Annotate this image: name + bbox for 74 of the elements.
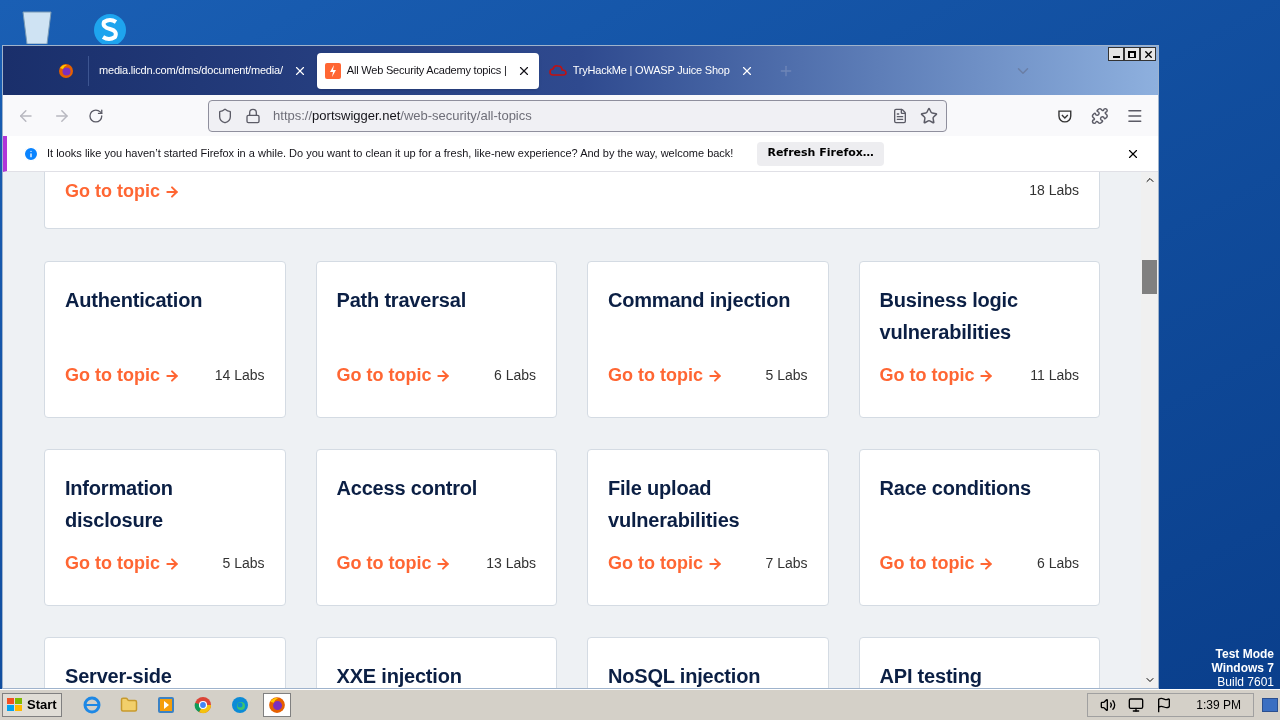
refresh-firefox-button[interactable]: Refresh Firefox… [757,141,884,166]
address-bar[interactable]: https://portswigger.net/web-security/all-topics [208,99,947,132]
browser-e-icon [82,696,101,714]
go-to-topic-link[interactable]: Go to topic [608,362,723,389]
labs-count: 5 Labs [765,366,808,385]
recycle-bin-icon [20,8,54,44]
go-to-topic-link[interactable]: Go to topic [336,362,452,389]
tab-title: media.licdn.com/dms/document/media/ [99,63,284,79]
edge-icon [230,696,249,714]
url-text: https://portswigger.net/web-security/all-topics [273,106,533,125]
reload-icon[interactable] [88,107,105,124]
labs-count: 11 Labs [1030,366,1079,385]
tab-title: All Web Security Academy topics | [346,63,508,79]
clock: 1:39 PM [1196,697,1241,714]
reader-view-icon[interactable] [891,107,908,124]
topic-title: XXE injection [336,664,463,688]
go-to-topic-link[interactable]: Go to topic [65,178,180,205]
info-icon [23,145,39,162]
topic-title: Path traversal [336,288,467,313]
topic-title: Server-side [65,664,173,688]
volume-icon[interactable] [1100,697,1117,713]
desktop-notice-text: Windows 7 [1211,661,1274,675]
firefox-icon [58,62,74,79]
labs-count: 14 Labs [214,366,265,385]
topic-title: Command injection [608,288,792,313]
labs-count: 18 Labs [1029,181,1079,200]
firefox-icon [267,696,286,714]
go-to-topic-link[interactable]: Go to topic [879,362,995,389]
topic-title: Business logic vulnerabilities [879,288,1019,345]
start-button[interactable]: Start [2,693,62,717]
browser-tab[interactable]: media.licdn.com/dms/document/media/ [91,52,315,89]
flag-icon[interactable] [1156,697,1173,713]
go-to-topic-link[interactable]: Go to topic [336,550,452,577]
labs-count: 6 Labs [493,366,536,385]
tab-title: TryHackMe | OWASP Juice Shop [572,63,731,79]
topic-title: Race conditions [879,476,1032,501]
shield-icon [217,107,234,124]
lock-icon [245,107,262,124]
desktop-notice-text: Test Mode [1215,647,1274,661]
topic-title: Information disclosure [65,476,174,533]
go-to-topic-link[interactable]: Go to topic [65,550,180,577]
topic-title: File upload vulnerabilities [608,476,741,533]
folder-icon [119,696,138,714]
go-to-topic-link[interactable]: Go to topic [65,362,180,389]
bookmark-star-icon[interactable] [919,106,938,125]
pocket-icon[interactable] [1056,107,1073,124]
extensions-icon[interactable] [1090,106,1109,125]
topic-title: Authentication [65,288,204,313]
lightning-icon [324,62,341,79]
browser-tab[interactable]: All Web Security Academy topics | [316,52,539,89]
close-button[interactable] [1140,47,1156,61]
network-icon[interactable] [1128,697,1145,713]
taskbar-app[interactable] [262,693,291,717]
desktop-notice-text: Build 7601 [1217,675,1274,689]
labs-count: 5 Labs [222,554,265,573]
play-icon [156,696,175,714]
topic-title: API testing [879,664,983,688]
windows-logo-icon [7,698,23,712]
go-to-topic-link[interactable]: Go to topic [608,550,723,577]
labs-count: 7 Labs [765,554,808,573]
cloud-icon [548,63,567,78]
chrome-icon [193,696,212,714]
minimize-button[interactable] [1108,47,1124,61]
notification-message: It looks like you haven’t started Firefox in a while. Do you want to clean it up for a fresh, like-new experience? And by the way, welcome back! [47,146,734,162]
labs-count: 6 Labs [1036,554,1079,573]
maximize-button[interactable] [1124,47,1140,61]
scrollbar[interactable] [1141,172,1158,688]
browser-tab[interactable]: TryHackMe | OWASP Juice Shop [540,52,762,89]
labs-count: 13 Labs [486,554,536,573]
go-to-topic-link[interactable]: Go to topic [879,550,995,577]
close-icon [1142,48,1154,60]
topic-title: Access control [336,476,479,501]
scrollbar-thumb[interactable] [1142,260,1157,294]
topic-title: NoSQL injection [608,664,762,688]
